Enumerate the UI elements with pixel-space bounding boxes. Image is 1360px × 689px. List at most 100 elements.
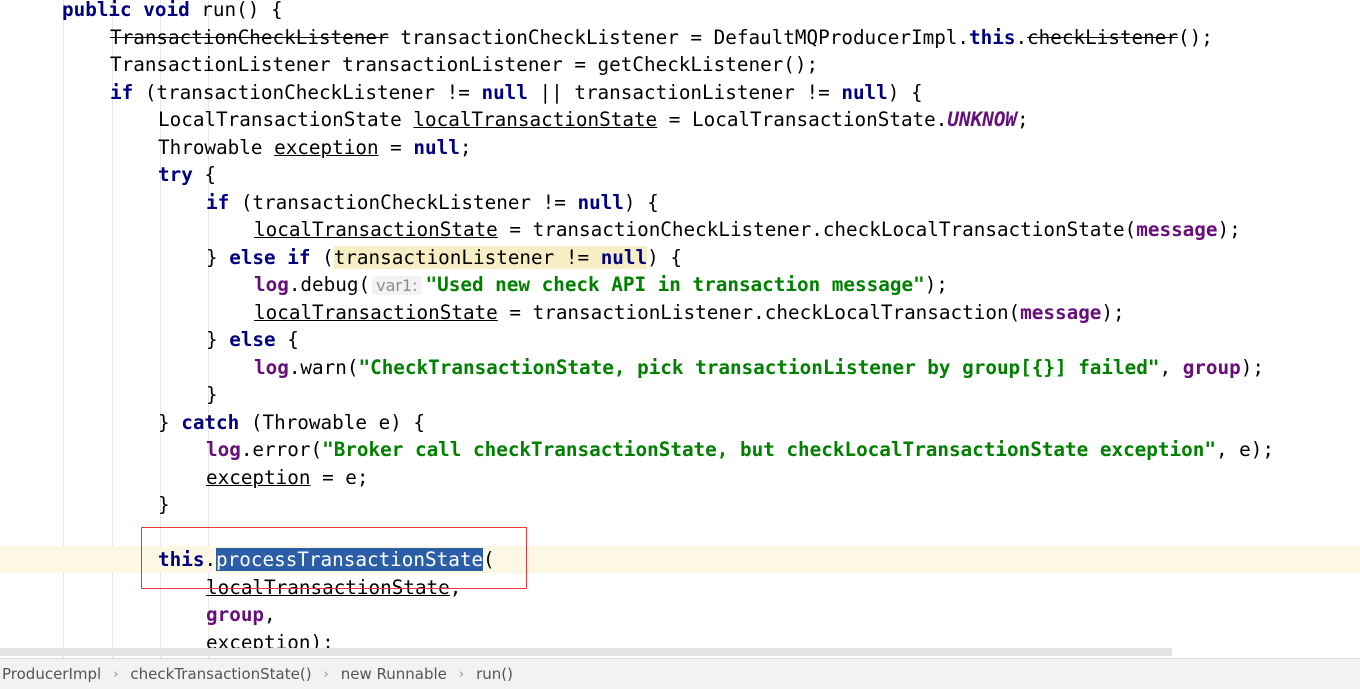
code-token: try bbox=[158, 163, 193, 186]
code-line[interactable]: TransactionListener transactionListener … bbox=[0, 51, 1360, 78]
code-token: message bbox=[1136, 218, 1218, 241]
code-token: null bbox=[841, 80, 888, 104]
code-token: UNKNOW bbox=[947, 108, 1018, 131]
code-line[interactable]: if (transactionCheckListener != null) { bbox=[0, 189, 1360, 216]
code-token: group bbox=[1182, 355, 1241, 379]
code-token: ; bbox=[459, 135, 472, 159]
code-line[interactable]: try { bbox=[0, 161, 1360, 188]
code-token: } bbox=[206, 328, 230, 351]
code-token: null bbox=[413, 135, 460, 159]
code-token: .error( bbox=[240, 438, 323, 461]
code-line[interactable]: } catch (Throwable e) { bbox=[0, 409, 1360, 436]
code-token: run() { bbox=[189, 0, 283, 21]
chevron-right-icon: › bbox=[113, 666, 119, 682]
code-token: (Throwable e) { bbox=[239, 410, 425, 434]
code-token: (transactionCheckListener != bbox=[133, 80, 482, 104]
code-token: public void bbox=[62, 0, 190, 21]
code-token: , bbox=[264, 603, 276, 626]
code-token: ); bbox=[1217, 218, 1241, 241]
code-token: = e; bbox=[310, 465, 369, 489]
code-token: , e); bbox=[1215, 438, 1274, 461]
code-token: . bbox=[1015, 25, 1028, 49]
code-token: = transactionCheckListener.checkLocalTra… bbox=[497, 218, 1137, 241]
code-token: log bbox=[254, 355, 289, 379]
code-token: } bbox=[158, 493, 170, 516]
code-token: "Used new check API in transaction messa… bbox=[425, 273, 925, 296]
code-line[interactable]: } else if (transactionListener != null) … bbox=[0, 244, 1360, 271]
code-line[interactable]: group, bbox=[0, 601, 1360, 628]
code-token: TransactionCheckListener bbox=[110, 25, 389, 49]
code-token: this bbox=[969, 25, 1016, 49]
code-line[interactable]: } bbox=[0, 381, 1360, 408]
code-token: = bbox=[378, 135, 414, 159]
code-token: message bbox=[1020, 300, 1102, 324]
code-token: "Broker call checkTransactionState, but … bbox=[322, 438, 1216, 461]
code-token: ; bbox=[1017, 108, 1029, 131]
code-token: localTransactionState bbox=[254, 300, 498, 324]
code-line[interactable]: } else { bbox=[0, 326, 1360, 353]
code-token: log bbox=[254, 273, 289, 296]
code-token: ); bbox=[924, 273, 948, 296]
code-token: TransactionListener transactionListener … bbox=[110, 53, 819, 76]
code-token: exception bbox=[206, 465, 311, 489]
code-line[interactable]: Throwable exception = null; bbox=[0, 134, 1360, 161]
code-token: = LocalTransactionState. bbox=[657, 108, 948, 131]
code-token: (); bbox=[1178, 25, 1213, 49]
code-token: { bbox=[275, 328, 299, 351]
code-token: group bbox=[206, 603, 265, 626]
code-token: ) { bbox=[647, 245, 682, 269]
code-token: ) { bbox=[887, 80, 923, 104]
code-token: } bbox=[158, 410, 182, 434]
chevron-right-icon: › bbox=[458, 666, 465, 682]
code-token: exception bbox=[274, 135, 379, 159]
breadcrumb-item[interactable]: run() bbox=[476, 665, 513, 683]
code-line[interactable]: log.warn("CheckTransactionState, pick tr… bbox=[0, 354, 1360, 381]
code-token: (transactionCheckListener != bbox=[229, 190, 578, 214]
code-token: LocalTransactionState bbox=[158, 108, 414, 131]
code-token: , bbox=[1159, 355, 1183, 379]
code-token: null bbox=[577, 190, 624, 214]
breadcrumb-item[interactable]: ProducerImpl bbox=[2, 665, 101, 683]
code-token: = transactionListener.checkLocalTransact… bbox=[497, 300, 1021, 324]
code-token: if bbox=[206, 190, 230, 214]
code-token: log bbox=[206, 438, 241, 461]
code-line[interactable]: if (transactionCheckListener != null || … bbox=[0, 79, 1360, 106]
code-token: else if bbox=[229, 245, 311, 269]
annotation-highlight-box bbox=[141, 527, 527, 589]
code-line[interactable]: localTransactionState = transactionCheck… bbox=[0, 216, 1360, 243]
code-token: .warn( bbox=[288, 355, 359, 379]
code-token: "CheckTransactionState, pick transaction… bbox=[358, 355, 1160, 379]
code-line[interactable]: log.error("Broker call checkTransactionS… bbox=[0, 436, 1360, 463]
chevron-right-icon: › bbox=[323, 666, 329, 682]
breadcrumb-item[interactable]: new Runnable bbox=[341, 665, 447, 683]
code-line[interactable]: LocalTransactionState localTransactionSt… bbox=[0, 106, 1360, 133]
code-token: null bbox=[600, 245, 648, 269]
code-token: ); bbox=[1101, 300, 1125, 324]
code-token: ( bbox=[310, 245, 334, 269]
code-token: localTransactionState bbox=[254, 218, 498, 241]
code-token: { bbox=[192, 163, 217, 186]
code-line[interactable]: public void run() { bbox=[0, 0, 1360, 23]
code-token: ) { bbox=[623, 190, 659, 214]
parameter-hint: var1: bbox=[372, 276, 422, 295]
code-token: .debug( bbox=[288, 273, 371, 296]
code-token: transactionListener != bbox=[333, 245, 601, 269]
code-line[interactable]: localTransactionState = transactionListe… bbox=[0, 299, 1360, 326]
breadcrumb-item[interactable]: checkTransactionState() bbox=[130, 665, 311, 683]
code-token: else bbox=[229, 328, 276, 351]
code-token: } bbox=[206, 245, 230, 269]
breadcrumb: ProducerImpl › checkTransactionState() › new… bbox=[0, 658, 1360, 689]
code-line[interactable]: } bbox=[0, 491, 1360, 518]
code-token: || transactionListener != bbox=[527, 80, 842, 104]
code-token: ); bbox=[1240, 355, 1264, 379]
code-token: } bbox=[206, 383, 218, 406]
code-line[interactable]: exception = e; bbox=[0, 464, 1360, 491]
code-token: null bbox=[481, 80, 528, 104]
code-token: localTransactionState bbox=[413, 108, 658, 131]
code-editor[interactable]: public void run() {TransactionCheckListe… bbox=[0, 0, 1360, 658]
horizontal-scrollbar[interactable] bbox=[0, 648, 1172, 656]
code-token: Throwable bbox=[158, 135, 275, 159]
code-line[interactable]: TransactionCheckListener transactionChec… bbox=[0, 24, 1360, 51]
code-line[interactable]: log.debug(var1: "Used new check API in tr… bbox=[0, 271, 1360, 298]
code-token: checkListener bbox=[1027, 25, 1178, 49]
